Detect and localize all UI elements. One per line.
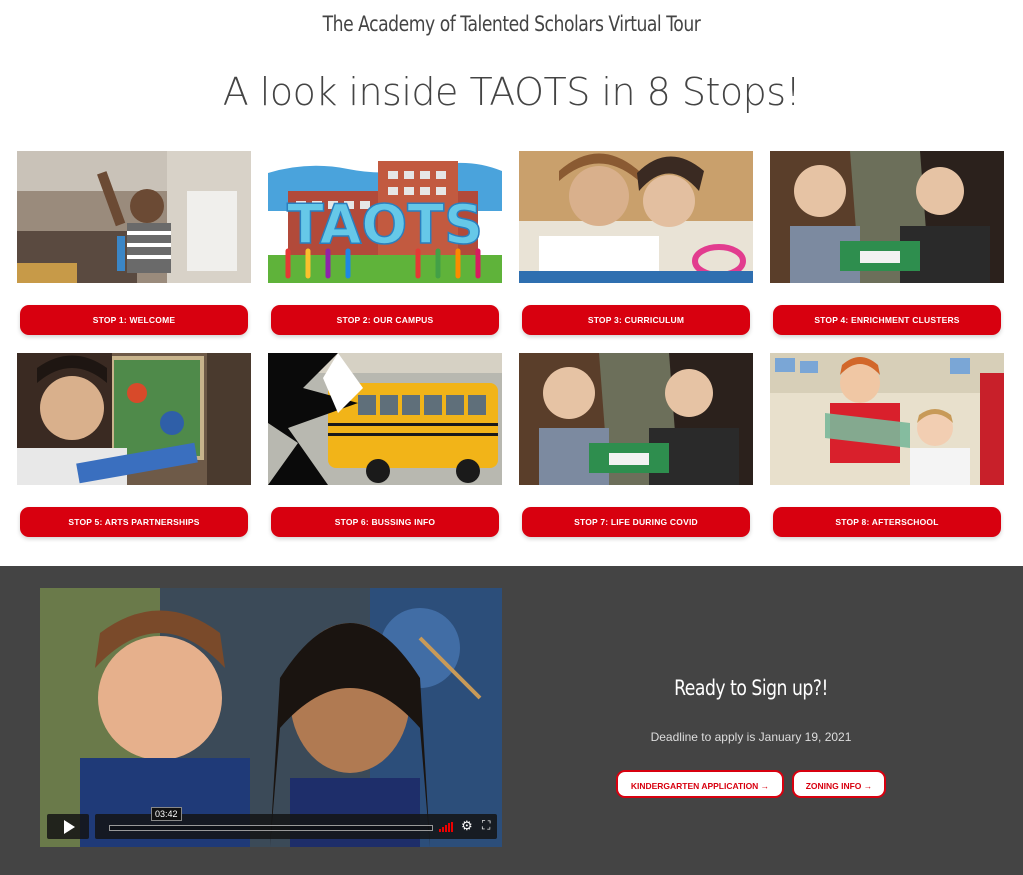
video-controls: 03:42 ⚙ ⛶ (45, 807, 497, 841)
students-crafting-photo (770, 151, 1004, 283)
stop-5-button[interactable]: STOP 5: ARTS PARTNERSHIPS (20, 507, 248, 537)
video-poster (40, 588, 502, 847)
stop-4-image[interactable] (770, 151, 1004, 283)
stop-7-image[interactable] (519, 353, 753, 485)
video-control-bar: 03:42 ⚙ ⛶ (95, 807, 497, 839)
stop-5-image[interactable] (17, 353, 251, 485)
stop-3-button[interactable]: STOP 3: CURRICULUM (522, 305, 750, 335)
stop-8-image[interactable] (770, 353, 1004, 485)
stop-8-button[interactable]: STOP 8: AFTERSCHOOL (773, 507, 1001, 537)
stop-6-image[interactable] (268, 353, 502, 485)
stop-2-button[interactable]: STOP 2: OUR CAMPUS (271, 305, 499, 335)
page-subtitle: The Academy of Talented Scholars Virtual… (322, 12, 701, 36)
stop-6-button[interactable]: STOP 6: BUSSING INFO (271, 507, 499, 537)
video-timecode: 03:42 (151, 807, 182, 821)
signup-title: Ready to Sign up?! (674, 676, 828, 700)
child-painting-photo (17, 353, 251, 485)
stop-7-button[interactable]: STOP 7: LIFE DURING COVID (522, 507, 750, 537)
stop-3-image[interactable] (519, 151, 753, 283)
taots-illustration-text: TAOTS (287, 193, 483, 256)
page-headline: A look inside TAOTS in 8 Stops! (222, 70, 801, 114)
stop-4-button[interactable]: STOP 4: ENRICHMENT CLUSTERS (773, 305, 1001, 335)
stop-1-image[interactable] (17, 151, 251, 283)
stop-1-button[interactable]: STOP 1: WELCOME (20, 305, 248, 335)
video-progress-track[interactable] (109, 825, 433, 831)
students-crafting-photo (519, 353, 753, 485)
volume-icon[interactable] (439, 822, 455, 832)
virtual-tour-page: The Academy of Talented Scholars Virtual… (0, 0, 1023, 875)
stop-2-image[interactable]: TAOTS (268, 151, 502, 283)
school-bus-photo (268, 353, 502, 485)
campus-illustration: TAOTS (268, 151, 502, 283)
students-reading-photo (519, 151, 753, 283)
fullscreen-icon[interactable]: ⛶ (482, 818, 490, 833)
video-player[interactable]: 03:42 ⚙ ⛶ (40, 588, 502, 847)
settings-gear-icon[interactable]: ⚙ (461, 818, 473, 834)
children-classroom-photo (770, 353, 1004, 485)
play-icon[interactable] (47, 814, 89, 839)
kindergarten-application-button[interactable]: KINDERGARTEN APPLICATION → (616, 770, 784, 798)
zoning-info-button[interactable]: ZONING INFO → (792, 770, 886, 798)
deadline-text: Deadline to apply is January 19, 2021 (650, 730, 852, 744)
child-waving-photo (17, 151, 251, 283)
